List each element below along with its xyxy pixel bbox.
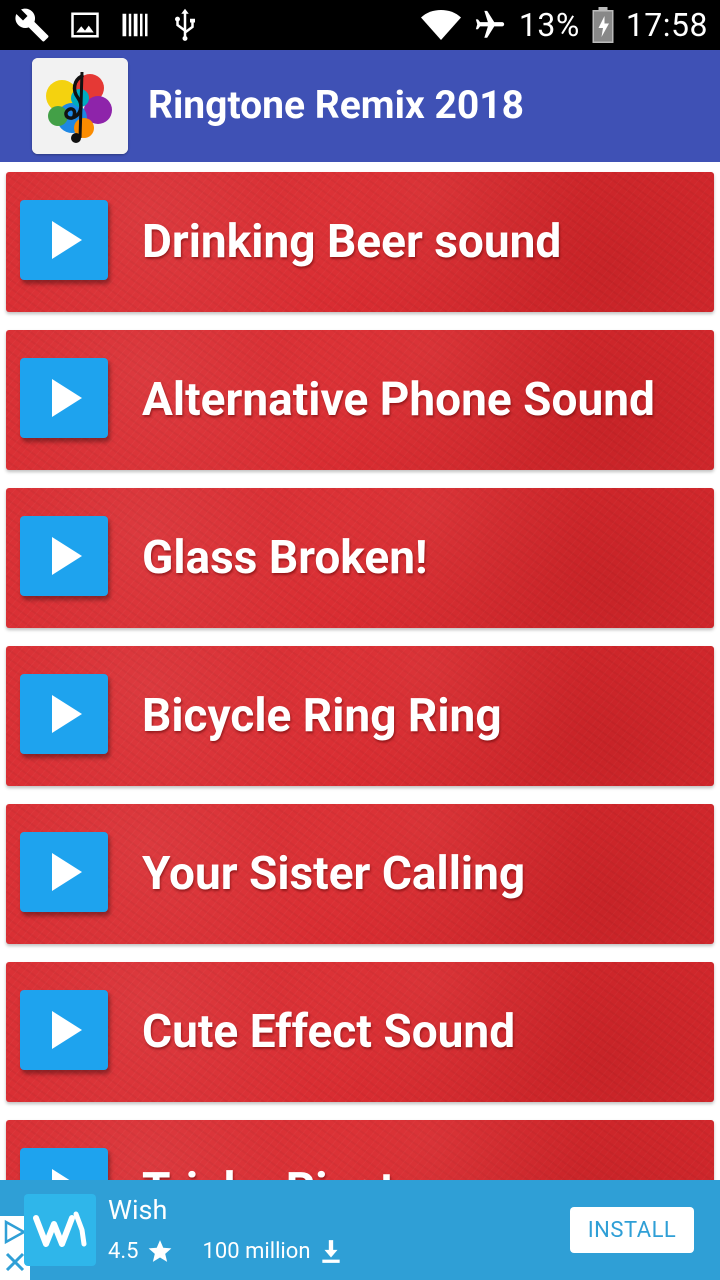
- play-button[interactable]: [20, 1148, 108, 1180]
- ad-downloads: 100 million: [202, 1238, 311, 1264]
- wrench-icon: [15, 8, 49, 42]
- list-item[interactable]: Your Sister Calling: [6, 804, 714, 944]
- play-button[interactable]: [20, 516, 108, 596]
- play-button[interactable]: [20, 674, 108, 754]
- play-button[interactable]: [20, 990, 108, 1070]
- status-bar: 13% 17:58: [0, 0, 720, 50]
- airplane-icon: [475, 10, 505, 38]
- close-icon[interactable]: [5, 1252, 25, 1272]
- ringtone-label: Glass Broken!: [142, 531, 428, 585]
- list-item[interactable]: Trinko Ringtone: [6, 1120, 714, 1180]
- play-icon: [52, 695, 82, 733]
- barcode-icon: [122, 13, 148, 37]
- play-icon: [52, 853, 82, 891]
- play-icon: [52, 1011, 82, 1049]
- list-item[interactable]: Alternative Phone Sound: [6, 330, 714, 470]
- ringtone-label: Your Sister Calling: [142, 847, 526, 901]
- ringtone-label: Bicycle Ring Ring: [142, 689, 502, 743]
- app-title: Ringtone Remix 2018: [148, 82, 524, 128]
- list-item[interactable]: Glass Broken!: [6, 488, 714, 628]
- ringtone-label: Trinko Ringtone: [142, 1120, 471, 1180]
- wifi-icon: [420, 10, 461, 40]
- ad-banner[interactable]: Wish 4.5 100 million INSTALL: [0, 1180, 720, 1280]
- download-icon: [322, 1240, 341, 1263]
- battery-icon: [592, 7, 614, 43]
- install-button[interactable]: INSTALL: [570, 1207, 694, 1253]
- ad-rating: 4.5: [108, 1238, 139, 1264]
- play-icon: [52, 221, 82, 259]
- list-item[interactable]: Bicycle Ring Ring: [6, 646, 714, 786]
- star-icon: [148, 1240, 171, 1262]
- play-button[interactable]: [20, 832, 108, 912]
- image-icon: [71, 12, 99, 38]
- ringtone-label: Cute Effect Sound: [142, 1005, 516, 1059]
- play-icon: [52, 537, 82, 575]
- play-icon: [52, 379, 82, 417]
- wish-logo-icon[interactable]: [24, 1194, 96, 1266]
- list-item[interactable]: Drinking Beer sound: [6, 172, 714, 312]
- play-button[interactable]: [20, 358, 108, 438]
- ringtone-label: Alternative Phone Sound: [142, 373, 655, 427]
- ringtone-list[interactable]: Drinking Beer sound Alternative Phone So…: [0, 162, 720, 1180]
- ad-choices-icon: [4, 1219, 27, 1245]
- play-button[interactable]: [20, 200, 108, 280]
- clock: 17:58: [625, 6, 708, 44]
- ringtone-label: Drinking Beer sound: [142, 215, 562, 269]
- list-item[interactable]: Cute Effect Sound: [6, 962, 714, 1102]
- battery-percent: 13%: [518, 6, 580, 44]
- app-bar: Ringtone Remix 2018: [0, 50, 720, 162]
- music-note-splash-icon: [32, 58, 128, 154]
- ad-app-name[interactable]: Wish: [108, 1194, 167, 1226]
- usb-icon: [175, 8, 195, 41]
- ad-meta: 4.5 100 million: [108, 1236, 344, 1266]
- play-icon: [52, 1169, 82, 1180]
